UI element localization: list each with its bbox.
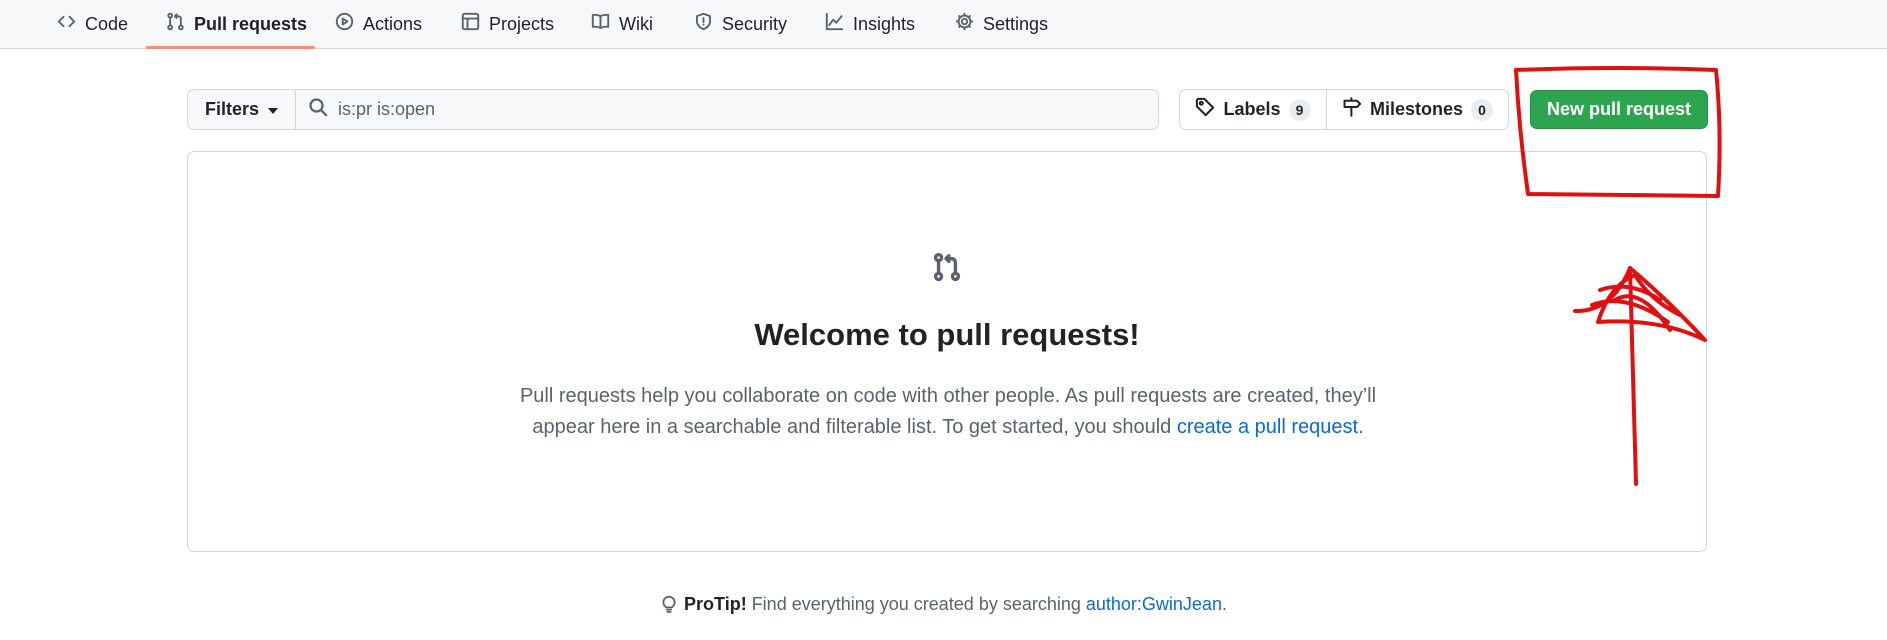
tab-wiki[interactable]: Wiki — [591, 0, 653, 48]
filters-button[interactable]: Filters — [188, 90, 296, 129]
protip-text: Find everything you created by searching — [746, 594, 1086, 614]
labels-button[interactable]: Labels 9 — [1180, 90, 1327, 129]
git-pull-request-icon — [166, 12, 185, 36]
selected-tab-underline — [146, 46, 315, 49]
chevron-down-icon — [268, 108, 279, 114]
protip: ProTip! Find everything you created by s… — [0, 594, 1887, 615]
graph-icon — [825, 12, 844, 36]
tab-insights-label: Insights — [853, 13, 916, 34]
light-bulb-icon — [660, 594, 684, 614]
tab-settings-label: Settings — [983, 13, 1049, 34]
tab-security-label: Security — [722, 13, 788, 34]
milestones-count-badge: 0 — [1471, 98, 1494, 121]
milestone-icon — [1342, 97, 1362, 122]
new-pull-request-button[interactable]: New pull request — [1530, 90, 1708, 129]
blankslate: Welcome to pull requests! Pull requests … — [187, 151, 1707, 552]
filter-search-group: Filters — [187, 89, 1159, 130]
table-icon — [461, 12, 480, 36]
tab-projects-label: Projects — [489, 13, 555, 34]
git-pull-request-icon — [932, 252, 962, 282]
blankslate-title: Welcome to pull requests! — [754, 317, 1140, 352]
milestones-button[interactable]: Milestones 0 — [1327, 90, 1508, 129]
tab-actions[interactable]: Actions — [335, 0, 422, 48]
repo-nav: Code Pull requests Actions Projects Wiki… — [0, 0, 1887, 49]
tab-actions-label: Actions — [363, 13, 423, 34]
labels-count-badge: 9 — [1288, 98, 1311, 121]
author-search-link[interactable]: author:GwinJean — [1086, 594, 1222, 614]
tab-wiki-label: Wiki — [619, 13, 653, 34]
tab-settings[interactable]: Settings — [955, 0, 1048, 48]
protip-end: . — [1221, 594, 1227, 614]
blankslate-text-end: . — [1358, 416, 1364, 438]
pull-requests-page: Code Pull requests Actions Projects Wiki… — [0, 0, 1887, 640]
tag-icon — [1195, 97, 1215, 122]
tab-projects[interactable]: Projects — [461, 0, 554, 48]
tab-pull-requests-label: Pull requests — [194, 13, 308, 34]
protip-label: ProTip! — [684, 594, 747, 614]
create-pull-request-link[interactable]: create a pull request — [1177, 416, 1358, 438]
search-box — [296, 90, 1158, 129]
tab-pull-requests[interactable]: Pull requests — [166, 0, 307, 48]
search-icon — [308, 97, 328, 122]
labels-milestones-group: Labels 9 Milestones 0 — [1179, 89, 1509, 130]
code-icon — [57, 12, 76, 36]
play-circle-icon — [335, 12, 354, 36]
labels-label: Labels — [1223, 99, 1281, 119]
blankslate-description: Pull requests help you collaborate on co… — [498, 381, 1398, 443]
tab-security[interactable]: Security — [694, 0, 787, 48]
tab-code-label: Code — [85, 13, 129, 34]
book-icon — [591, 12, 610, 36]
search-input[interactable] — [338, 90, 1158, 129]
milestones-label: Milestones — [1369, 99, 1464, 119]
filters-label: Filters — [204, 99, 260, 119]
tab-code[interactable]: Code — [57, 0, 128, 48]
shield-icon — [694, 12, 713, 36]
tab-insights[interactable]: Insights — [825, 0, 915, 48]
gear-icon — [955, 12, 974, 36]
